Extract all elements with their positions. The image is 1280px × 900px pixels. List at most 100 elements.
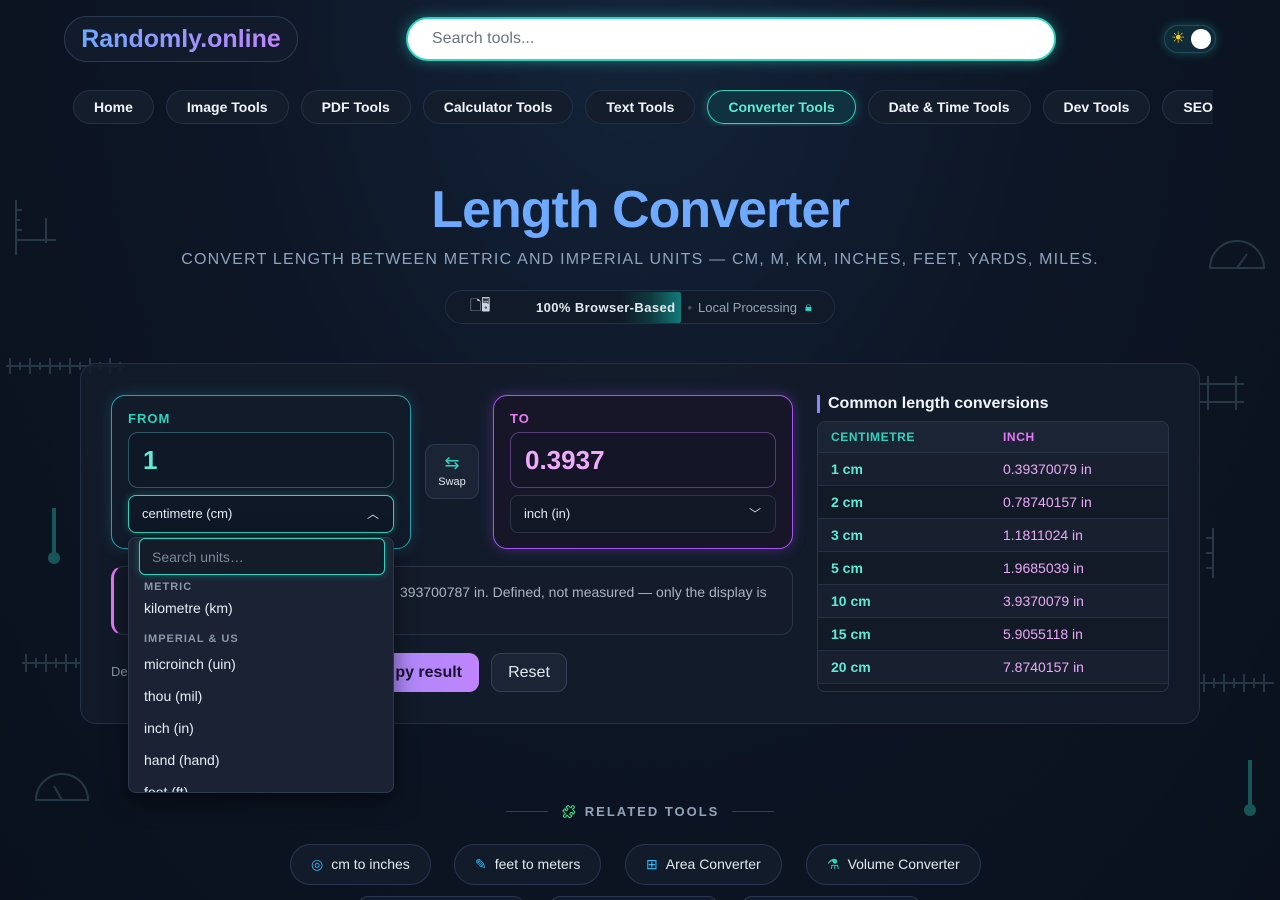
related-tools-heading: 🧩︎ RELATED TOOLS xyxy=(0,804,1280,820)
definition-prefix-text: De xyxy=(111,664,128,679)
nav-item-seo[interactable]: SEO xyxy=(1162,90,1213,124)
from-unit-value: centimetre (cm) xyxy=(142,506,233,521)
reset-button[interactable]: Reset xyxy=(491,653,567,692)
unit-option-foot[interactable]: foot (ft) xyxy=(144,784,188,792)
to-value-output[interactable]: 0.3937 xyxy=(510,432,776,488)
from-value-input[interactable]: 1 xyxy=(128,432,394,488)
table-title: Common length conversions xyxy=(817,395,1048,413)
related-tool-label: Area Converter xyxy=(665,856,761,872)
swap-arrows-icon: ⇆ xyxy=(444,453,460,473)
related-tool-label: feet to meters xyxy=(494,856,581,872)
column-header: CENTIMETRE xyxy=(831,430,915,444)
table-cell: 5.9055118 in xyxy=(1003,626,1083,642)
from-label: FROM xyxy=(128,411,171,426)
unit-option-microinch[interactable]: microinch (uin) xyxy=(144,656,236,672)
table-cell: 2 cm xyxy=(831,494,863,510)
puzzle-icon: 🧩︎ xyxy=(560,804,580,819)
table-row: 3 cm 1.1811024 in xyxy=(818,519,1168,552)
conversion-table: CENTIMETRE INCH 1 cm 0.39370079 in 2 cm 0.… xyxy=(817,421,1169,692)
badge-main-text: 100% Browser-Based xyxy=(530,291,682,323)
table-cell: 1.1811024 in xyxy=(1003,527,1083,543)
chevron-down-icon: ﹀ xyxy=(748,507,761,521)
table-cell: 5 cm xyxy=(831,560,863,576)
related-tool-partial[interactable] xyxy=(358,896,524,900)
nav-item-calculator-tools[interactable]: Calculator Tools xyxy=(422,90,574,124)
unit-search-input[interactable] xyxy=(139,538,385,575)
logo-text: Randomly.online xyxy=(81,24,281,53)
page-subtitle: CONVERT LENGTH BETWEEN METRIC AND IMPERI… xyxy=(181,251,1099,268)
related-tool-volume-converter[interactable]: ⚗ Volume Converter xyxy=(806,844,981,885)
ruler-decoration-icon xyxy=(1206,528,1214,578)
table-cell: 20 cm xyxy=(831,659,871,675)
nav-item-home[interactable]: Home xyxy=(73,90,154,124)
thermometer-decoration-icon xyxy=(48,508,60,564)
site-logo[interactable]: Randomly.online xyxy=(64,16,298,62)
badge-secondary-text: Local Processing xyxy=(698,299,797,315)
nav-item-pdf-tools[interactable]: PDF Tools xyxy=(300,90,411,124)
theme-toggle[interactable]: ☀ xyxy=(1164,25,1216,53)
related-tool-area-converter[interactable]: ⊞ Area Converter xyxy=(625,844,782,885)
badge-separator: • xyxy=(687,299,692,315)
related-tool-cm-to-inches[interactable]: ◎ cm to inches xyxy=(290,844,431,885)
table-cell: 15 cm xyxy=(831,626,871,642)
tape-measure-icon: ◎ xyxy=(311,856,324,872)
table-cell: 0.39370079 in xyxy=(1003,461,1092,477)
related-tool-partial[interactable] xyxy=(742,896,920,900)
protractor-decoration-icon xyxy=(34,773,90,801)
table-row: 2 cm 0.78740157 in xyxy=(818,486,1168,519)
table-cell: 7.8740157 in xyxy=(1003,659,1084,675)
group-label-imperial: IMPERIAL & US xyxy=(144,633,239,645)
table-cell: 10 cm xyxy=(831,593,871,609)
column-header: INCH xyxy=(1003,430,1035,444)
table-row: 1 cm 0.39370079 in xyxy=(818,453,1168,486)
related-tool-feet-to-meters[interactable]: ✎ feet to meters xyxy=(454,844,602,885)
chevron-up-icon: ︿ xyxy=(366,507,379,521)
table-cell: 0.78740157 in xyxy=(1003,494,1092,510)
table-cell: 3.9370079 in xyxy=(1003,593,1084,609)
group-label-metric: METRIC xyxy=(144,581,193,593)
ruler-decoration-icon xyxy=(1200,674,1274,692)
nav-item-dev-tools[interactable]: Dev Tools xyxy=(1042,90,1151,124)
table-row: 15 cm 5.9055118 in xyxy=(818,618,1168,651)
related-tool-label: cm to inches xyxy=(331,856,410,872)
from-unit-select[interactable]: centimetre (cm) ︿ xyxy=(128,495,394,533)
flask-icon: ⚗ xyxy=(827,856,840,872)
unit-dropdown: METRIC kilometre (km) IMPERIAL & US micr… xyxy=(128,537,394,793)
table-cell: 3 cm xyxy=(831,527,863,543)
table-row: 20 cm 7.8740157 in xyxy=(818,651,1168,684)
table-row: 10 cm 3.9370079 in xyxy=(818,585,1168,618)
swap-label: Swap xyxy=(438,476,466,488)
unit-option-hand[interactable]: hand (hand) xyxy=(144,752,220,768)
ruler-decoration-icon xyxy=(22,654,80,672)
search-input[interactable] xyxy=(406,17,1056,61)
toggle-knob xyxy=(1191,29,1211,49)
ruler-icon: ✎ xyxy=(475,856,487,872)
sun-icon: ☀ xyxy=(1171,30,1186,47)
unit-option-inch[interactable]: inch (in) xyxy=(144,720,194,736)
file-monitor-icon: 🗋🖥 xyxy=(470,297,491,313)
nav-item-text-tools[interactable]: Text Tools xyxy=(585,90,696,124)
to-label: TO xyxy=(510,411,530,426)
unit-option-thou[interactable]: thou (mil) xyxy=(144,688,202,704)
from-panel: FROM 1 centimetre (cm) ︿ xyxy=(111,395,411,549)
table-header: CENTIMETRE INCH xyxy=(818,422,1168,453)
page-title: Length Converter xyxy=(431,181,849,239)
nav-item-date-time-tools[interactable]: Date & Time Tools xyxy=(867,90,1031,124)
related-tool-label: Volume Converter xyxy=(847,856,960,872)
table-row: 5 cm 1.9685039 in xyxy=(818,552,1168,585)
table-cell: 1 cm xyxy=(831,461,863,477)
table-cell: 1.9685039 in xyxy=(1003,560,1084,576)
related-tool-partial[interactable] xyxy=(550,896,718,900)
ruler-decoration-icon xyxy=(1200,376,1244,410)
to-unit-select[interactable]: inch (in) ﹀ xyxy=(510,495,776,533)
category-nav: Home Image Tools PDF Tools Calculator Tools… xyxy=(73,90,1213,126)
grid-icon: ⊞ xyxy=(646,856,658,872)
to-unit-value: inch (in) xyxy=(524,506,571,521)
unit-option-kilometre[interactable]: kilometre (km) xyxy=(144,600,233,616)
nav-item-converter-tools[interactable]: Converter Tools xyxy=(707,90,856,124)
nav-item-image-tools[interactable]: Image Tools xyxy=(165,90,289,124)
privacy-badge: 🗋🖥 100% Browser-Based • Local Processing… xyxy=(445,290,835,324)
swap-button[interactable]: ⇆ Swap xyxy=(425,444,479,499)
lock-icon: 🔒︎ xyxy=(805,299,812,314)
related-tools-title: RELATED TOOLS xyxy=(584,804,720,819)
